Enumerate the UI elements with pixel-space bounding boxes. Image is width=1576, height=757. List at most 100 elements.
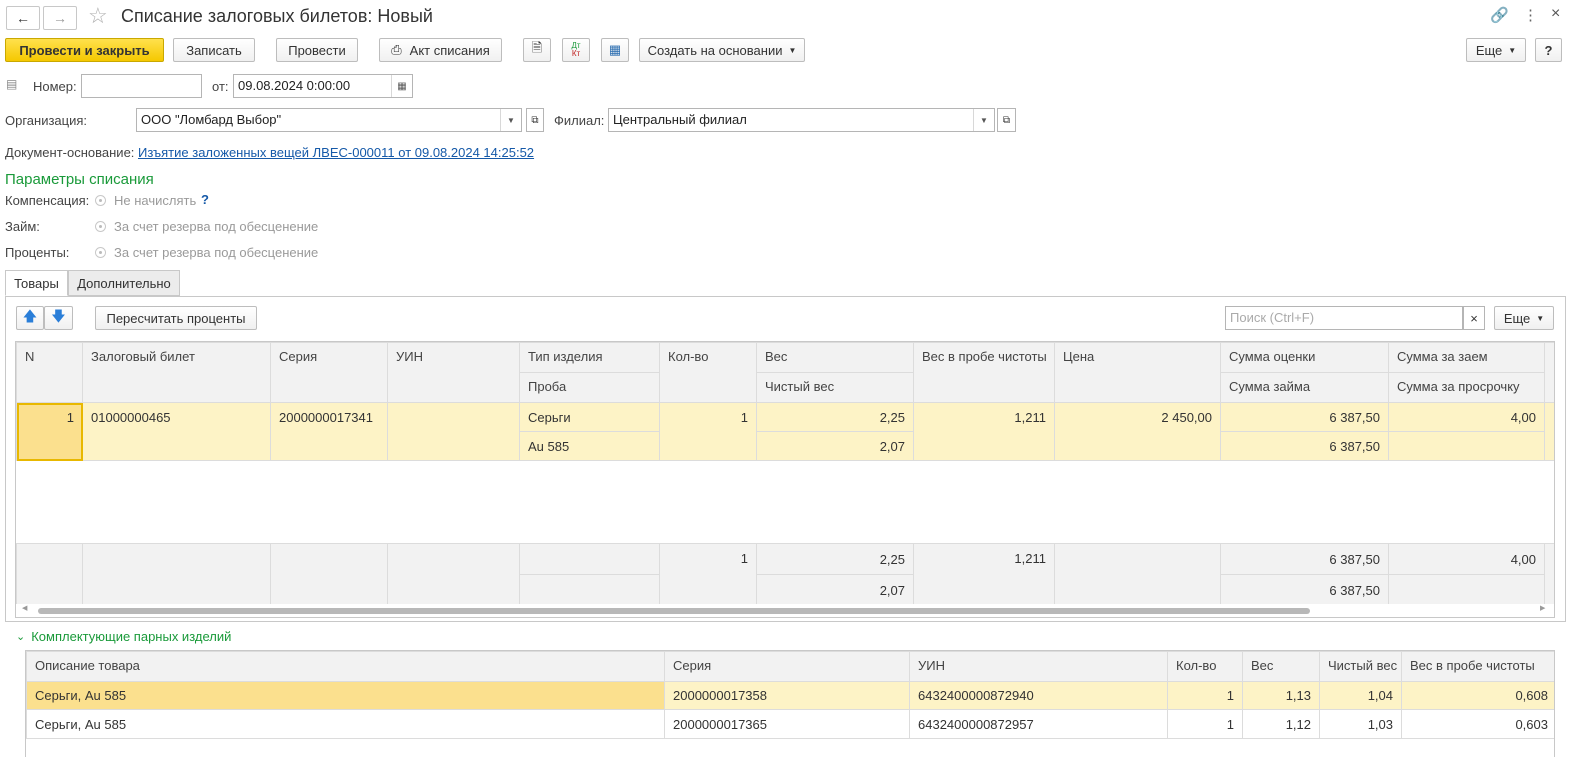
row-series[interactable]: 2000000017341 <box>270 402 388 461</box>
row-net-weight[interactable]: 2,07 <box>756 431 914 461</box>
comp-net[interactable]: 1,04 <box>1319 681 1402 710</box>
comp-weight[interactable]: 1,12 <box>1242 709 1320 739</box>
document-report-button[interactable]: 🗎 <box>523 38 551 62</box>
scroll-right-icon[interactable]: ▶ <box>1540 604 1545 612</box>
row-loan-sum[interactable]: 6 387,50 <box>1220 431 1389 461</box>
recalc-percent-button[interactable]: Пересчитать проценты <box>95 306 257 330</box>
percent-radio[interactable] <box>95 247 106 258</box>
row-n[interactable]: 1 <box>16 402 83 461</box>
row-ticket[interactable]: 01000000465 <box>82 402 271 461</box>
move-down-button[interactable]: 🡇 <box>44 306 73 330</box>
search-input[interactable]: Поиск (Ctrl+F) <box>1225 306 1463 330</box>
col-comp-weight[interactable]: Вес <box>1242 651 1320 682</box>
goods-more-button[interactable]: Еще ▼ <box>1494 306 1554 330</box>
number-field[interactable] <box>81 74 202 98</box>
write-off-act-button[interactable]: ⎙ Акт списания <box>379 38 502 62</box>
move-up-button[interactable]: 🡅 <box>16 306 44 330</box>
post-button[interactable]: Провести <box>276 38 358 62</box>
row-weight[interactable]: 2,25 <box>756 402 914 432</box>
open-organization-icon[interactable]: ⧉ <box>526 108 544 132</box>
col-appraisal[interactable]: Сумма оценки <box>1220 342 1389 373</box>
organization-field[interactable]: ООО "Ломбард Выбор" ▼ <box>136 108 522 132</box>
comp-desc[interactable]: Серьги, Au 585 <box>26 681 665 710</box>
col-comp-qty[interactable]: Кол-во <box>1167 651 1243 682</box>
col-comp-series[interactable]: Серия <box>664 651 910 682</box>
basis-document-link[interactable]: Изъятие заложенных вещей ЛВЕС-000011 от … <box>138 145 534 160</box>
col-series[interactable]: Серия <box>270 342 388 403</box>
forward-button[interactable]: → <box>43 6 77 30</box>
col-net-weight[interactable]: Чистый вес <box>756 372 914 403</box>
more-button[interactable]: Еще ▼ <box>1466 38 1526 62</box>
comp-pure[interactable]: 0,608 <box>1401 681 1554 710</box>
comp-net[interactable]: 1,03 <box>1319 709 1402 739</box>
list-item[interactable]: Серьги, Au 585 2000000017358 64324000008… <box>26 681 1554 710</box>
calendar-icon[interactable]: ▦ <box>391 75 412 97</box>
col-price[interactable]: Цена <box>1054 342 1221 403</box>
col-probe[interactable]: Проба <box>519 372 660 403</box>
hierarchy-icon: ▦ <box>608 42 622 57</box>
row-type[interactable]: Серьги <box>519 402 660 432</box>
comp-qty[interactable]: 1 <box>1167 681 1243 710</box>
search-clear-button[interactable]: × <box>1463 306 1485 330</box>
col-pure-weight[interactable]: Вес в пробе чистоты <box>913 342 1055 403</box>
dt-kt-button[interactable]: Дт Кт <box>562 38 590 62</box>
comp-series[interactable]: 2000000017365 <box>664 709 910 739</box>
row-sum-loan[interactable]: 4,00 <box>1388 402 1545 432</box>
back-button[interactable]: ← <box>6 6 40 30</box>
date-field[interactable]: 09.08.2024 0:00:00 ▦ <box>233 74 413 98</box>
comp-uin[interactable]: 6432400000872940 <box>909 681 1168 710</box>
scroll-left-icon[interactable]: ◀ <box>22 604 27 612</box>
col-sum-loan[interactable]: Сумма за заем <box>1388 342 1545 373</box>
create-based-on-button[interactable]: Создать на основании ▼ <box>639 38 805 62</box>
col-sum-overdue[interactable]: Сумма за просрочку <box>1388 372 1545 403</box>
open-branch-icon[interactable]: ⧉ <box>997 108 1016 132</box>
chevron-down-icon[interactable]: ▼ <box>973 109 994 131</box>
row-pure-weight[interactable]: 1,211 <box>913 402 1055 461</box>
comp-weight[interactable]: 1,13 <box>1242 681 1320 710</box>
row-qty[interactable]: 1 <box>659 402 757 461</box>
comp-desc[interactable]: Серьги, Au 585 <box>26 709 665 739</box>
comp-series[interactable]: 2000000017358 <box>664 681 910 710</box>
row-appraisal[interactable]: 6 387,50 <box>1220 402 1389 432</box>
components-toggle[interactable]: ⌄ Комплектующие парных изделий <box>16 629 231 644</box>
comp-uin[interactable]: 6432400000872957 <box>909 709 1168 739</box>
row-uin[interactable] <box>387 402 520 461</box>
branch-field[interactable]: Центральный филиал ▼ <box>608 108 995 132</box>
col-uin[interactable]: УИН <box>387 342 520 403</box>
col-comp-pure[interactable]: Вес в пробе чистоты <box>1401 651 1554 682</box>
compensation-help-icon[interactable]: ? <box>201 192 209 207</box>
horizontal-scrollbar[interactable]: ◀ ▶ <box>16 604 1554 617</box>
list-item[interactable]: Серьги, Au 585 2000000017365 64324000008… <box>26 709 1554 739</box>
comp-pure[interactable]: 0,603 <box>1401 709 1554 739</box>
favorite-star-icon[interactable]: ☆ <box>88 3 108 29</box>
row-price[interactable]: 2 450,00 <box>1054 402 1221 461</box>
col-ticket[interactable]: Залоговый билет <box>82 342 271 403</box>
compensation-radio[interactable] <box>95 195 106 206</box>
col-n[interactable]: N <box>16 342 83 403</box>
col-qty[interactable]: Кол-во <box>659 342 757 403</box>
help-button[interactable]: ? <box>1535 38 1562 62</box>
comment-icon[interactable]: ▤ <box>6 77 17 91</box>
comp-qty[interactable]: 1 <box>1167 709 1243 739</box>
more-vert-icon[interactable]: ⋮ <box>1523 6 1538 24</box>
chevron-down-icon[interactable]: ▼ <box>500 109 521 131</box>
scrollbar-thumb[interactable] <box>38 608 1310 614</box>
tab-additional[interactable]: Дополнительно <box>68 270 180 296</box>
table-row[interactable]: 1 01000000465 2000000017341 Серьги 1 2,2… <box>16 402 1554 461</box>
link-icon[interactable]: 🔗 <box>1490 6 1509 24</box>
col-type[interactable]: Тип изделия <box>519 342 660 373</box>
close-icon[interactable]: × <box>1551 5 1560 23</box>
row-probe[interactable]: Au 585 <box>519 431 660 461</box>
col-loan-sum[interactable]: Сумма займа <box>1220 372 1389 403</box>
col-comp-net[interactable]: Чистый вес <box>1319 651 1402 682</box>
post-and-close-button[interactable]: Провести и закрыть <box>5 38 164 62</box>
tab-goods[interactable]: Товары <box>5 270 68 296</box>
col-weight[interactable]: Вес <box>756 342 914 373</box>
loan-radio[interactable] <box>95 221 106 232</box>
col-desc[interactable]: Описание товара <box>26 651 665 682</box>
col-comp-uin[interactable]: УИН <box>909 651 1168 682</box>
structure-button[interactable]: ▦ <box>601 38 629 62</box>
row-sum-overdue[interactable] <box>1388 431 1545 461</box>
write-off-act-label: Акт списания <box>409 42 490 58</box>
save-button[interactable]: Записать <box>173 38 255 62</box>
